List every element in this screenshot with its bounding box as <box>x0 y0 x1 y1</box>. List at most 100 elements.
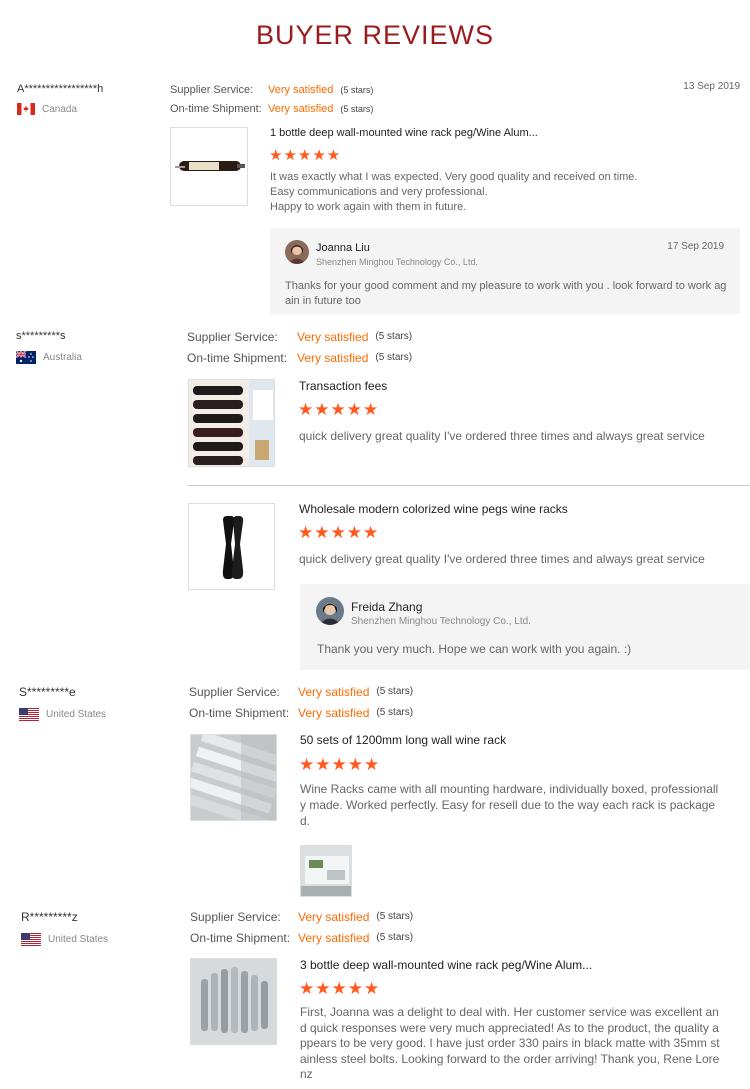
ratings: Supplier Service: Very satisfied (5 star… <box>187 326 412 368</box>
review-text: Wine Racks came with all mounting hardwa… <box>300 781 718 829</box>
product-title[interactable]: 1 bottle deep wall-mounted wine rack peg… <box>270 127 538 139</box>
review-text-line: d quick responses were very much appreci… <box>300 1020 719 1035</box>
product-title[interactable]: 50 sets of 1200mm long wall wine rack <box>300 733 506 747</box>
review-text-line: ainless steel bolts. Looking forward to … <box>300 1051 720 1066</box>
review-text-line: ppears to be very good. I have just orde… <box>300 1036 720 1050</box>
buyer-info: s*********s Australia <box>16 330 82 364</box>
review-text-line: First, Joanna was a delight to deal with… <box>300 1005 719 1019</box>
reply-text: Thank you very much. Hope we can work wi… <box>317 641 631 657</box>
ratings: Supplier Service: Very satisfied (5 star… <box>190 906 413 948</box>
ontime-shipment-value: Very satisfied <box>297 350 369 365</box>
reply-text-line: Thank you very much. Hope we can work wi… <box>317 642 632 656</box>
supplier-service-row: Supplier Service: Very satisfied (5 star… <box>190 906 413 927</box>
reply-text-line: ain in future too <box>285 294 361 307</box>
avatar <box>285 240 309 264</box>
ontime-shipment-label: On-time Shipment: <box>187 350 288 365</box>
product-thumbnail[interactable] <box>170 127 248 206</box>
supplier-reply: Freida Zhang Shenzhen Minghou Technology… <box>300 584 750 670</box>
buyer-country: United States <box>19 708 106 721</box>
product-thumbnail[interactable] <box>188 379 275 467</box>
review-text-line: quick delivery great quality I've ordere… <box>299 429 705 443</box>
australia-flag-icon <box>16 351 36 364</box>
review-text: First, Joanna was a delight to deal with… <box>300 1005 720 1083</box>
reply-author-name: Freida Zhang <box>351 600 423 614</box>
review-text-line: Happy to work again with them in future. <box>270 200 467 213</box>
product-title[interactable]: Wholesale modern colorized wine pegs win… <box>299 502 568 516</box>
supplier-service-label: Supplier Service: <box>187 329 278 344</box>
ontime-shipment-row: On-time Shipment: Very satisfied (5 star… <box>170 99 373 118</box>
reply-company: Shenzhen Minghou Technology Co., Ltd. <box>316 257 478 267</box>
review-photo-thumbnail[interactable] <box>300 845 352 897</box>
supplier-service-value: Very satisfied <box>298 909 370 924</box>
buyer-name: R*********z <box>21 910 78 924</box>
supplier-service-value: Very satisfied <box>268 83 334 96</box>
supplier-service-label: Supplier Service: <box>170 83 254 96</box>
product-rating-stars: ★★★★★ <box>298 523 380 542</box>
ontime-shipment-label: On-time Shipment: <box>190 930 291 945</box>
buyer-country: United States <box>21 933 108 946</box>
ontime-shipment-stars: (5 stars) <box>340 103 374 114</box>
review-text: quick delivery great quality I've ordere… <box>299 428 705 444</box>
divider <box>188 485 750 486</box>
canada-flag-icon <box>17 103 35 115</box>
reply-date: 17 Sep 2019 <box>667 241 724 252</box>
reply-text-line: Thanks for your good comment and my plea… <box>285 280 727 292</box>
supplier-service-stars: (5 stars) <box>340 84 374 95</box>
ontime-shipment-row: On-time Shipment: Very satisfied (5 star… <box>189 702 413 723</box>
supplier-service-label: Supplier Service: <box>190 909 281 924</box>
buyer-info: R*********z United States <box>21 910 108 946</box>
review-text-line: nz <box>300 1067 313 1081</box>
ratings: Supplier Service: Very satisfied (5 star… <box>170 80 373 118</box>
country-label: Australia <box>43 352 82 363</box>
reply-text: Thanks for your good comment and my plea… <box>285 279 726 309</box>
reply-company: Shenzhen Minghou Technology Co., Ltd. <box>351 616 531 627</box>
us-flag-icon <box>21 933 41 946</box>
reply-author-name: Joanna Liu <box>316 242 370 254</box>
product-title[interactable]: Transaction fees <box>299 379 387 393</box>
ontime-shipment-value: Very satisfied <box>298 705 370 720</box>
review-text-line: It was exactly what I was expected. Very… <box>270 171 638 183</box>
supplier-service-label: Supplier Service: <box>189 684 280 699</box>
product-thumbnail[interactable] <box>190 958 277 1045</box>
ontime-shipment-value: Very satisfied <box>268 102 334 115</box>
supplier-service-row: Supplier Service: Very satisfied (5 star… <box>187 326 412 347</box>
product-thumbnail[interactable] <box>188 503 275 590</box>
review-text-line: d. <box>300 814 311 828</box>
review-text-line: Easy communications and very professiona… <box>270 185 488 198</box>
ontime-shipment-stars: (5 stars) <box>376 707 414 718</box>
review-text: It was exactly what I was expected. Very… <box>270 170 637 215</box>
buyer-info: S*********e United States <box>19 685 106 721</box>
page-title: BUYER REVIEWS <box>255 20 495 50</box>
avatar <box>316 597 344 625</box>
country-label: United States <box>48 934 109 945</box>
ontime-shipment-value: Very satisfied <box>298 930 370 945</box>
review-text-line: quick delivery great quality I've ordere… <box>299 552 705 566</box>
buyer-name: S*********e <box>19 685 76 699</box>
supplier-service-row: Supplier Service: Very satisfied (5 star… <box>170 80 373 99</box>
product-rating-stars: ★★★★★ <box>299 755 381 774</box>
ontime-shipment-row: On-time Shipment: Very satisfied (5 star… <box>187 347 412 368</box>
supplier-reply: Joanna Liu Shenzhen Minghou Technology C… <box>270 228 740 314</box>
review-text: quick delivery great quality I've ordere… <box>299 551 705 567</box>
buyer-info: A*****************h Canada <box>17 83 103 115</box>
buyer-name: A*****************h <box>17 83 104 95</box>
country-label: United States <box>46 709 107 720</box>
product-title[interactable]: 3 bottle deep wall-mounted wine rack peg… <box>300 958 592 972</box>
ontime-shipment-label: On-time Shipment: <box>189 705 290 720</box>
supplier-service-value: Very satisfied <box>298 684 370 699</box>
supplier-service-stars: (5 stars) <box>376 686 414 697</box>
product-rating-stars: ★★★★★ <box>299 979 381 998</box>
buyer-name: s*********s <box>16 330 66 342</box>
supplier-service-row: Supplier Service: Very satisfied (5 star… <box>189 681 413 702</box>
ontime-shipment-stars: (5 stars) <box>376 932 414 943</box>
review-date: 13 Sep 2019 <box>683 81 740 92</box>
ontime-shipment-label: On-time Shipment: <box>170 102 262 115</box>
buyer-country: Canada <box>17 103 103 115</box>
product-rating-stars: ★★★★★ <box>298 400 380 419</box>
country-label: Canada <box>42 103 78 115</box>
review-text-line: y made. Worked perfectly. Easy for resel… <box>300 798 716 812</box>
product-thumbnail[interactable] <box>190 734 277 821</box>
supplier-service-stars: (5 stars) <box>375 331 413 342</box>
product-rating-stars: ★★★★★ <box>269 147 342 164</box>
buyer-country: Australia <box>16 351 82 364</box>
